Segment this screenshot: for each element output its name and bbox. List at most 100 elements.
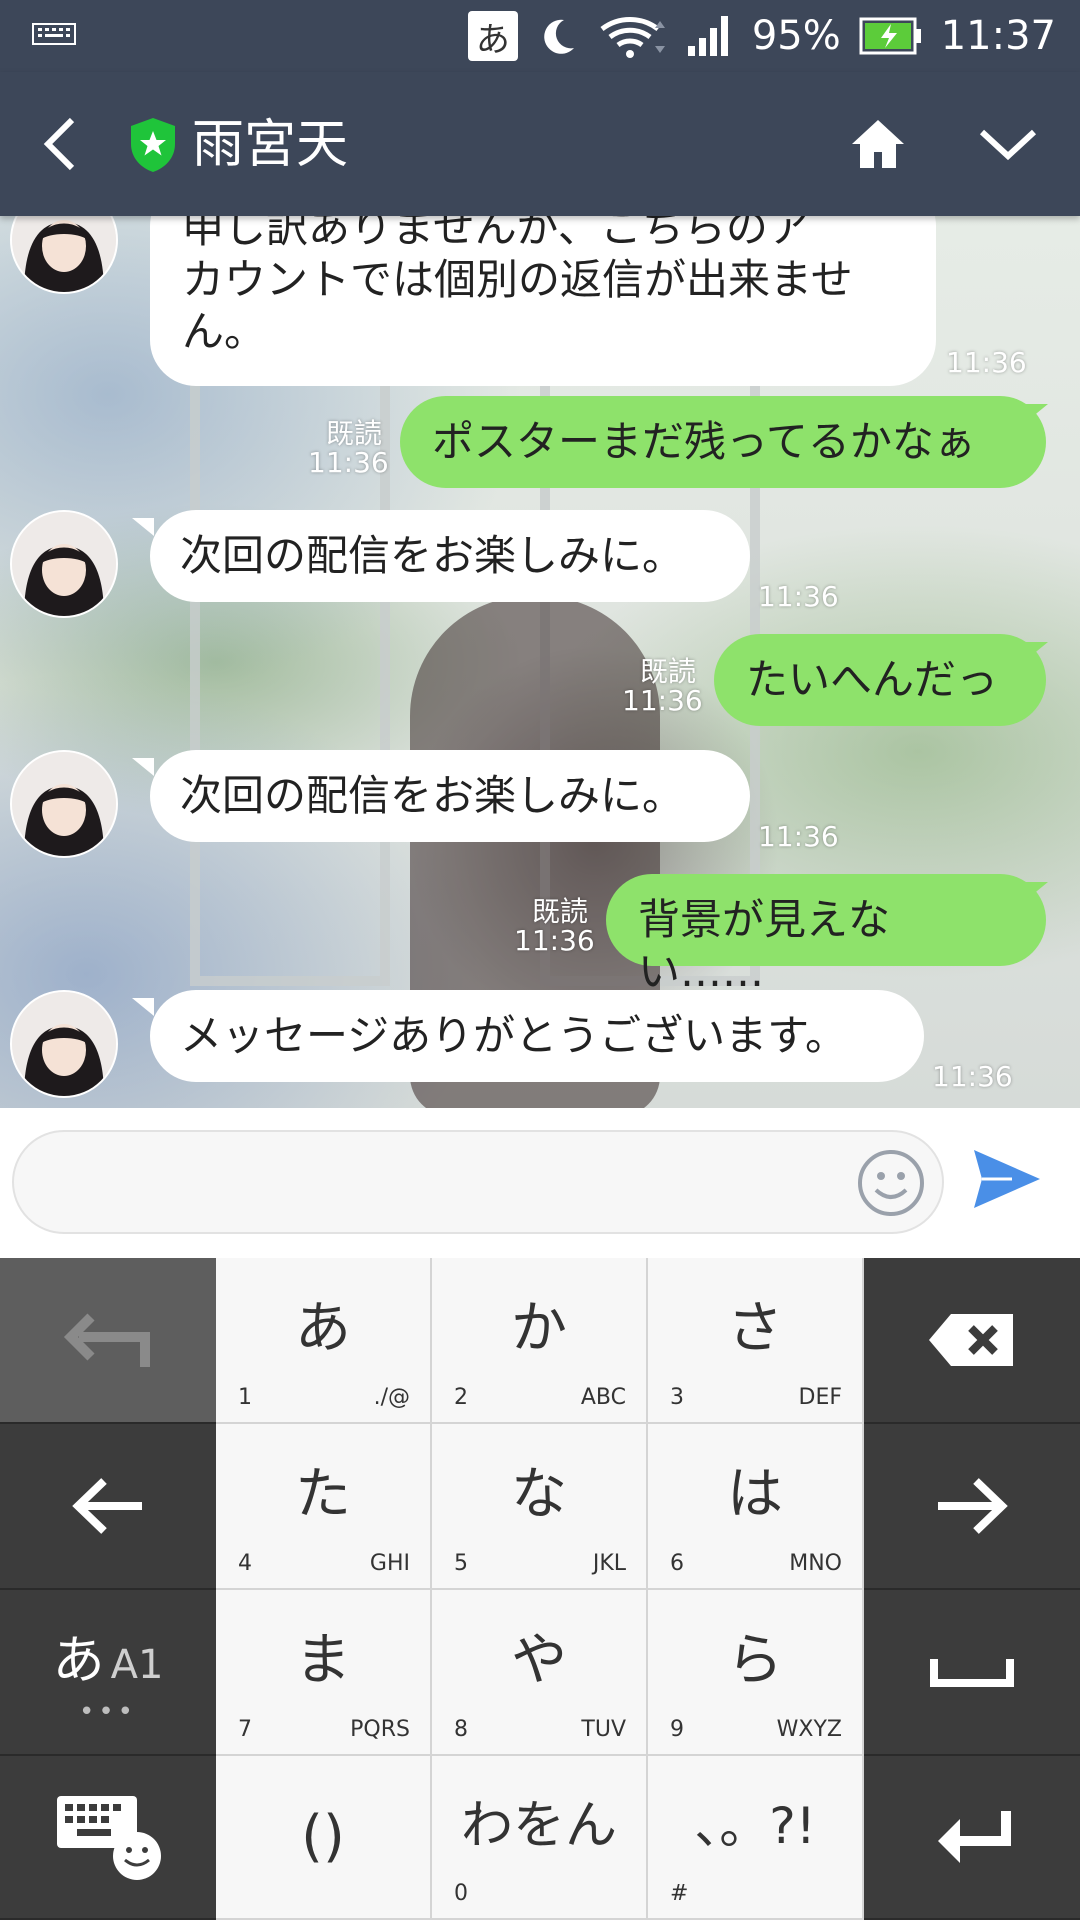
key-ha[interactable]: は 6 MNO bbox=[648, 1424, 864, 1590]
message-bubble-incoming[interactable]: 次回の配信をお楽しみに。 bbox=[150, 750, 750, 842]
avatar[interactable] bbox=[10, 510, 118, 618]
chat-header: 雨宮天 bbox=[0, 72, 1080, 216]
key-number: # bbox=[670, 1881, 689, 1906]
chevron-left-icon bbox=[43, 117, 75, 171]
key-number: 0 bbox=[454, 1881, 468, 1906]
home-button[interactable] bbox=[842, 108, 914, 180]
key-punctuation[interactable]: 、。?! # bbox=[648, 1756, 864, 1920]
key-number: 1 bbox=[238, 1385, 252, 1410]
keyboard-status-icon bbox=[32, 22, 76, 50]
back-button[interactable] bbox=[30, 108, 90, 180]
message-bubble-outgoing[interactable]: ポスターまだ残ってるかなぁ bbox=[400, 396, 1046, 488]
key-number: 9 bbox=[670, 1717, 684, 1742]
key-latin: WXYZ bbox=[776, 1717, 842, 1742]
space-key[interactable] bbox=[864, 1590, 1080, 1756]
key-number: 2 bbox=[454, 1385, 468, 1410]
battery-charging-icon bbox=[859, 17, 921, 55]
backspace-key[interactable] bbox=[864, 1258, 1080, 1424]
bubble-tail bbox=[132, 758, 154, 776]
undo-key[interactable] bbox=[0, 1258, 216, 1424]
message-bubble-outgoing[interactable]: 背景が見えない…… bbox=[606, 874, 1046, 996]
emoji-button[interactable] bbox=[856, 1148, 926, 1218]
home-icon bbox=[852, 120, 904, 168]
message-bubble-incoming[interactable]: メッセージありがとうございます。 bbox=[150, 990, 924, 1082]
key-ya[interactable]: や 8 TUV bbox=[432, 1590, 648, 1756]
message-time: 11:36 bbox=[622, 684, 703, 717]
key-kana: ら bbox=[727, 1628, 783, 1693]
key-ra[interactable]: ら 9 WXYZ bbox=[648, 1590, 864, 1756]
key-kana: 、。?! bbox=[694, 1797, 816, 1855]
input-mode-key[interactable]: あ A1 ••• bbox=[0, 1590, 216, 1756]
message-text: カウントでは個別の返信が出来ませ bbox=[182, 255, 853, 304]
key-kana: わをん bbox=[460, 1796, 617, 1856]
key-number: 4 bbox=[238, 1551, 252, 1576]
menu-toggle-button[interactable] bbox=[972, 108, 1044, 180]
key-kana: さ bbox=[727, 1296, 783, 1361]
message-input-bar bbox=[0, 1108, 1080, 1258]
status-bar: あ 95% 11:37 bbox=[0, 0, 1080, 72]
arrow-right-icon bbox=[938, 1478, 1008, 1534]
key-kana: は bbox=[727, 1462, 783, 1527]
key-number: 8 bbox=[454, 1717, 468, 1742]
avatar[interactable] bbox=[10, 216, 118, 294]
key-latin: ./@ bbox=[373, 1385, 410, 1410]
key-na[interactable]: な 5 JKL bbox=[432, 1424, 648, 1590]
message-text: ポスターまだ残ってるかなぁ bbox=[432, 417, 976, 466]
message-time: 11:36 bbox=[946, 346, 1027, 379]
enter-key[interactable] bbox=[864, 1756, 1080, 1920]
smiley-icon bbox=[858, 1150, 924, 1216]
message-input[interactable] bbox=[12, 1130, 944, 1234]
enter-icon bbox=[938, 1811, 1011, 1863]
message-text: 背景が見えない…… bbox=[638, 895, 891, 996]
key-ka[interactable]: か 2 ABC bbox=[432, 1258, 648, 1424]
avatar[interactable] bbox=[10, 990, 118, 1098]
send-icon bbox=[974, 1150, 1040, 1208]
key-latin: PQRS bbox=[350, 1717, 410, 1742]
message-text: たいへんだっ bbox=[746, 655, 999, 704]
message-text: 次回の配信をお楽しみに。 bbox=[180, 531, 685, 580]
key-latin: MNO bbox=[789, 1551, 842, 1576]
cursor-right-key[interactable] bbox=[864, 1424, 1080, 1590]
message-bubble-incoming[interactable]: 次回の配信をお楽しみに。 bbox=[150, 510, 750, 602]
message-text: 次回の配信をお楽しみに。 bbox=[180, 771, 685, 820]
arrow-left-icon bbox=[72, 1478, 142, 1534]
official-account-badge-icon bbox=[128, 116, 178, 174]
keyboard-settings-key[interactable] bbox=[0, 1756, 216, 1920]
key-wa[interactable]: わをん 0 bbox=[432, 1756, 648, 1920]
key-brackets[interactable]: () bbox=[216, 1756, 432, 1920]
chat-timeline[interactable]: 申し訳ありませんが、こちらのア カウントでは個別の返信が出来ませ ん。 11:3… bbox=[0, 216, 1080, 1108]
message-time: 11:36 bbox=[514, 924, 595, 957]
key-latin: GHI bbox=[369, 1551, 410, 1576]
key-kana: や bbox=[511, 1628, 567, 1693]
message-text: 申し訳ありませんが、こちらのア bbox=[182, 216, 810, 252]
soft-keyboard: あ 1 ./@ か 2 ABC さ 3 DEF た 4 GHI な 5 JKL … bbox=[0, 1258, 1080, 1920]
key-latin: TUV bbox=[581, 1717, 626, 1742]
message-text: メッセージありがとうございます。 bbox=[180, 1011, 847, 1060]
ime-indicator: あ bbox=[467, 11, 518, 61]
battery-percent: 95% bbox=[751, 13, 841, 59]
key-kana: () bbox=[301, 1804, 345, 1869]
moon-icon bbox=[544, 19, 574, 54]
key-number: 3 bbox=[670, 1385, 684, 1410]
key-kana: ま bbox=[295, 1628, 351, 1693]
key-ma[interactable]: ま 7 PQRS bbox=[216, 1590, 432, 1756]
bubble-tail bbox=[132, 518, 154, 536]
avatar[interactable] bbox=[10, 750, 118, 858]
message-text: ん。 bbox=[182, 307, 267, 356]
bubble-tail bbox=[1026, 882, 1048, 900]
key-number: 6 bbox=[670, 1551, 684, 1576]
chat-title: 雨宮天 bbox=[192, 115, 349, 175]
message-time: 11:36 bbox=[758, 820, 839, 853]
message-time: 11:36 bbox=[932, 1060, 1013, 1093]
send-button[interactable] bbox=[972, 1148, 1052, 1218]
cursor-left-key[interactable] bbox=[0, 1424, 216, 1590]
wifi-icon bbox=[600, 17, 665, 58]
key-ta[interactable]: た 4 GHI bbox=[216, 1424, 432, 1590]
key-a[interactable]: あ 1 ./@ bbox=[216, 1258, 432, 1424]
message-bubble-incoming[interactable]: 申し訳ありませんが、こちらのア カウントでは個別の返信が出来ませ ん。 bbox=[150, 216, 936, 386]
key-number: 5 bbox=[454, 1551, 468, 1576]
message-bubble-outgoing[interactable]: たいへんだっ bbox=[714, 634, 1046, 726]
key-latin: JKL bbox=[592, 1551, 626, 1576]
key-sa[interactable]: さ 3 DEF bbox=[648, 1258, 864, 1424]
space-icon bbox=[930, 1659, 1014, 1687]
